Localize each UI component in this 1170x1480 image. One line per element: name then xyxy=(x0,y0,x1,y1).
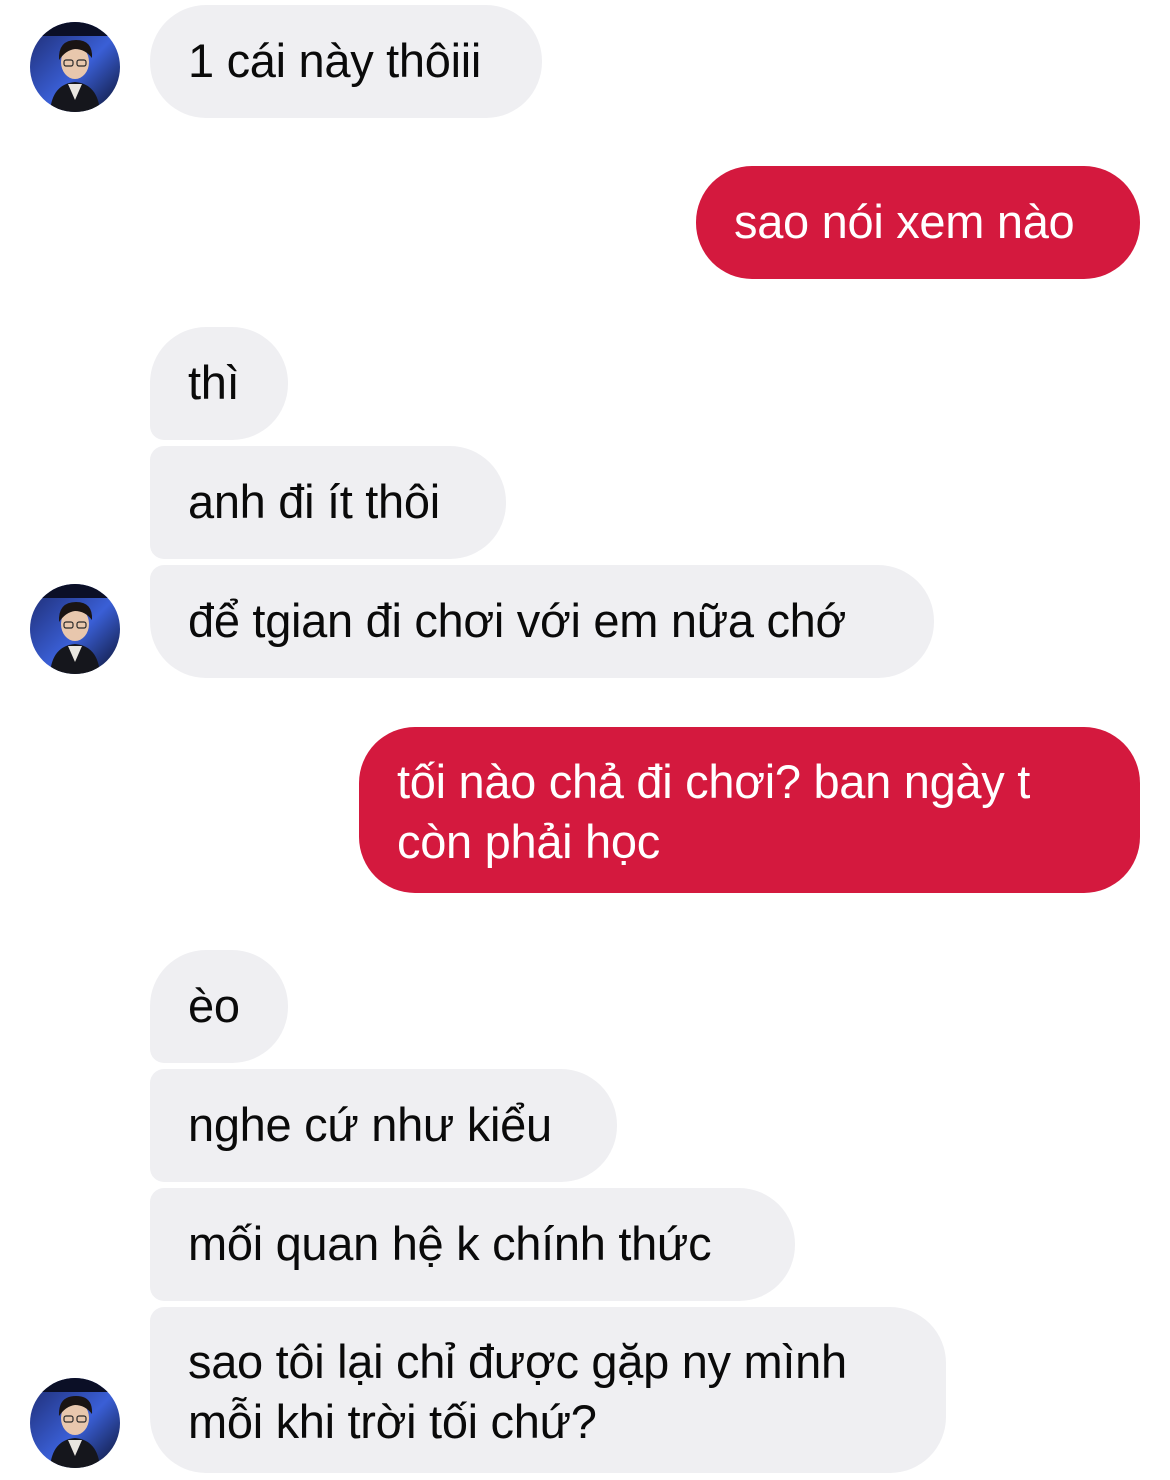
contact-avatar-icon[interactable] xyxy=(30,584,120,674)
message-bubble-received[interactable]: èo xyxy=(150,950,288,1063)
message-line: tối nào chả đi chơi? ban ngày t xyxy=(397,755,1030,808)
message-bubble-received[interactable]: nghe cứ như kiểu xyxy=(150,1069,617,1182)
message-bubble-received[interactable]: 1 cái này thôiii xyxy=(150,5,542,118)
message-bubble-received[interactable]: để tgian đi chơi với em nữa chớ xyxy=(150,565,934,678)
message-line: còn phải học xyxy=(397,815,660,868)
contact-avatar-icon[interactable] xyxy=(30,22,120,112)
message-bubble-sent[interactable]: tối nào chả đi chơi? ban ngày t còn phải… xyxy=(359,727,1140,893)
message-bubble-received[interactable]: anh đi ít thôi xyxy=(150,446,506,559)
message-bubble-sent[interactable]: sao nói xem nào xyxy=(696,166,1140,279)
message-bubble-received[interactable]: mối quan hệ k chính thức xyxy=(150,1188,795,1301)
contact-avatar-icon[interactable] xyxy=(30,1378,120,1468)
message-bubble-received[interactable]: sao tôi lại chỉ được gặp ny mình mỗi khi… xyxy=(150,1307,946,1473)
message-line: mỗi khi trời tối chứ? xyxy=(188,1395,597,1448)
message-bubble-received[interactable]: thì xyxy=(150,327,288,440)
message-line: sao tôi lại chỉ được gặp ny mình xyxy=(188,1335,847,1388)
